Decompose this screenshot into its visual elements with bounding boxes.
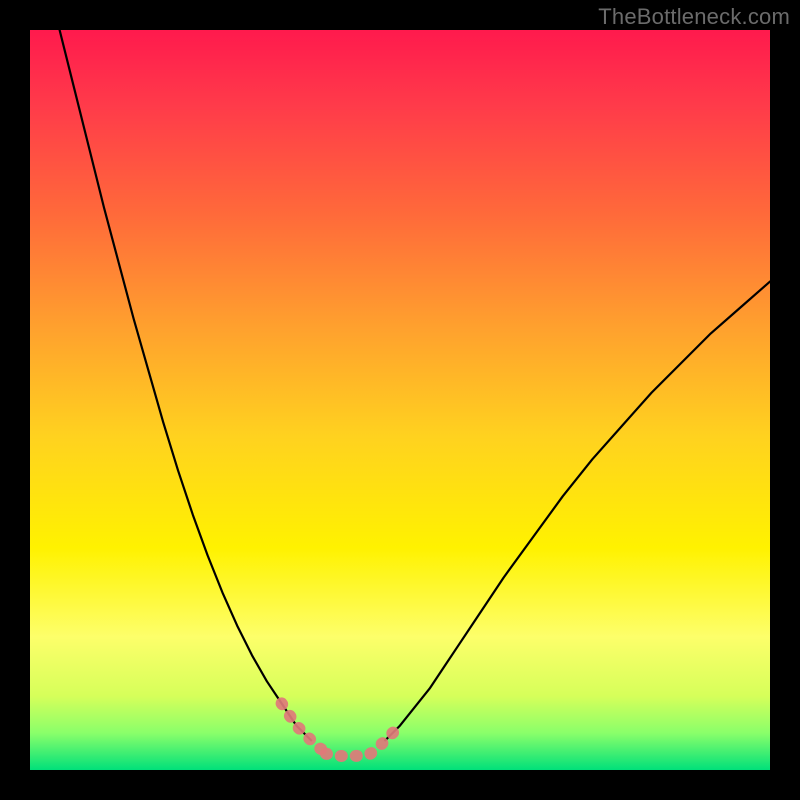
- plot-area: [30, 30, 770, 770]
- gradient-background: [30, 30, 770, 770]
- bottleneck-chart: [30, 30, 770, 770]
- watermark-text: TheBottleneck.com: [598, 4, 790, 30]
- chart-frame: TheBottleneck.com: [0, 0, 800, 800]
